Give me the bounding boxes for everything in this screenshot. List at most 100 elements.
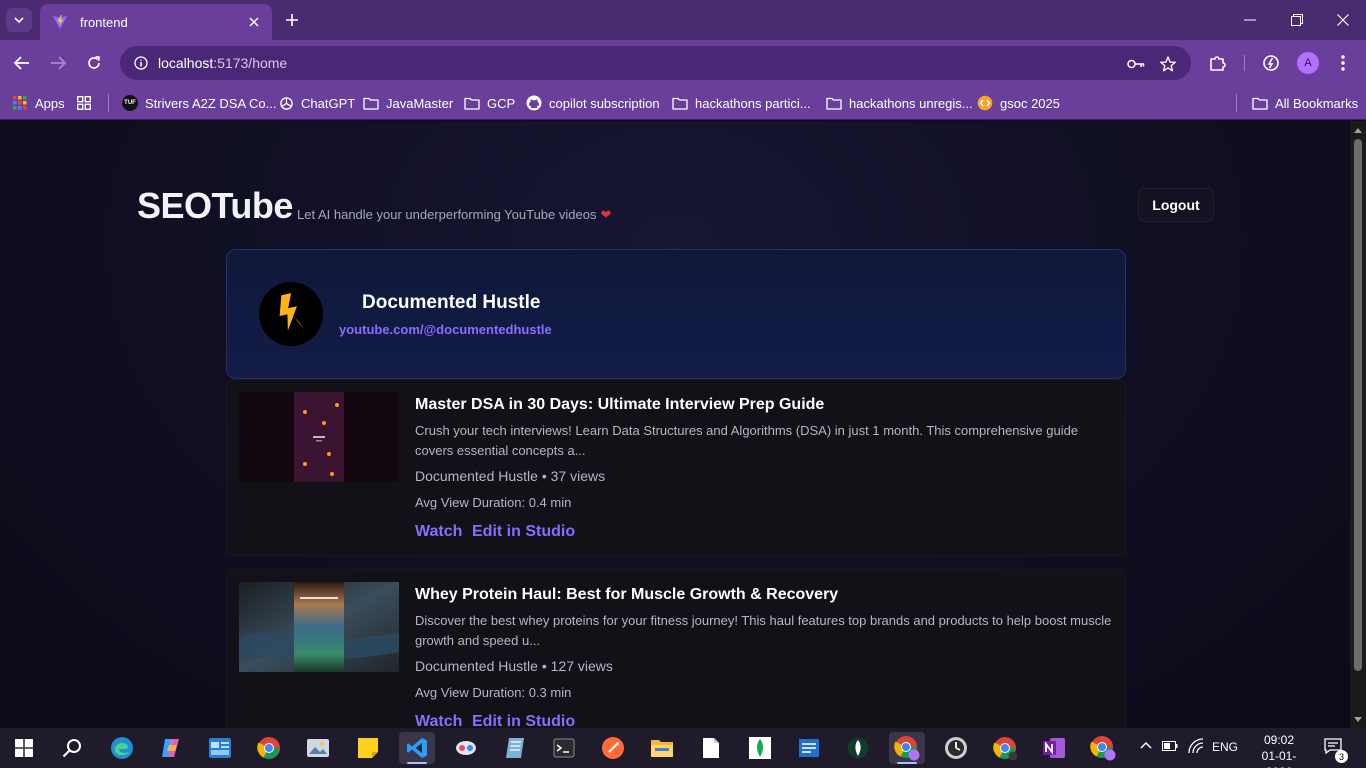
chrome-icon [993, 737, 1017, 760]
page-viewport: SEOTube Let AI handle your underperformi… [0, 121, 1350, 728]
network-indicator[interactable] [1188, 738, 1204, 757]
video-meta: Documented Hustle • 37 views [415, 468, 606, 484]
taskbar-chrome-active[interactable] [889, 732, 925, 764]
bookmark-gcp[interactable]: GCP [464, 92, 515, 114]
profile-avatar[interactable]: A [1297, 52, 1319, 74]
start-button[interactable] [6, 732, 42, 764]
taskbar-chrome-1[interactable] [251, 732, 287, 764]
taskbar-notepad-app[interactable] [497, 732, 533, 764]
sticky-notes-icon [358, 738, 378, 758]
performance-button[interactable] [1259, 51, 1283, 75]
bookmark-chatgpt[interactable]: ChatGPT [278, 92, 355, 114]
terminal-icon [553, 738, 575, 758]
extensions-button[interactable] [1206, 51, 1230, 75]
bookmark-apps[interactable]: Apps [12, 92, 65, 114]
taskbar-postman[interactable] [595, 732, 631, 764]
browser-tab[interactable]: frontend [40, 4, 272, 40]
bookmark-label: hackathons unregis... [849, 95, 973, 111]
logout-button[interactable]: Logout [1138, 188, 1214, 222]
tab-search-button[interactable] [6, 8, 32, 32]
forward-button[interactable] [45, 50, 71, 76]
clock-date: 01-01-2026 [1261, 749, 1297, 768]
page-scrollbar[interactable] [1350, 121, 1366, 728]
system-clock[interactable]: 09:02 01-01-2026 [1249, 732, 1309, 768]
watch-link[interactable]: Watch [415, 523, 462, 541]
back-button[interactable] [9, 50, 35, 76]
close-window-button[interactable] [1331, 8, 1355, 32]
video-thumbnail[interactable] [239, 582, 399, 672]
bookmark-all[interactable]: All Bookmarks [1252, 92, 1358, 114]
app-brand: SEOTube [137, 185, 293, 226]
new-tab-button[interactable] [280, 8, 304, 32]
wifi-icon [1188, 738, 1204, 754]
tab-close-icon[interactable] [246, 14, 262, 30]
watch-link[interactable]: Watch [415, 713, 462, 728]
windows-logo-icon [15, 739, 33, 757]
video-avg-duration: Avg View Duration: 0.3 min [415, 685, 572, 700]
taskbar-search[interactable] [54, 732, 90, 764]
taskbar-terminal[interactable] [546, 732, 582, 764]
url-text[interactable]: localhost:5173/home [158, 55, 287, 71]
channel-link[interactable]: youtube.com/@documentedhustle [339, 322, 552, 337]
channel-name: Documented Hustle [362, 292, 541, 313]
scroll-down-arrow[interactable] [1353, 714, 1363, 724]
menu-button[interactable] [1331, 51, 1355, 75]
battery-icon [1162, 741, 1178, 751]
reload-button[interactable] [81, 50, 107, 76]
taskbar-copilot[interactable] [153, 732, 189, 764]
restore-button[interactable] [1285, 8, 1309, 32]
onenote-icon [1043, 738, 1065, 758]
taskbar-edge[interactable] [104, 732, 140, 764]
taskbar-app-blue[interactable] [791, 732, 827, 764]
vscode-icon [407, 738, 427, 758]
url-host: localhost [158, 55, 214, 71]
bookmark-hackathons-participated[interactable]: hackathons partici... [672, 92, 811, 114]
taskbar-sticky-notes[interactable] [350, 732, 386, 764]
bookmark-copilot[interactable]: copilot subscription [526, 92, 660, 114]
taskbar-app-window[interactable] [202, 732, 238, 764]
bookmark-hackathons-unregistered[interactable]: hackathons unregis... [826, 92, 973, 114]
taskbar-onenote[interactable] [1036, 732, 1072, 764]
bookmark-tab-groups[interactable] [76, 92, 99, 114]
tray-overflow-button[interactable] [1140, 738, 1152, 752]
bookmark-javamaster[interactable]: JavaMaster [363, 92, 453, 114]
snipping-icon [456, 741, 476, 755]
browser-toolbar: localhost:5173/home A [0, 40, 1366, 86]
taskbar-snipping[interactable] [448, 732, 484, 764]
edit-in-studio-link[interactable]: Edit in Studio [472, 523, 575, 541]
input-language[interactable]: ENG [1212, 740, 1238, 754]
video-card: Whey Protein Haul: Best for Muscle Growt… [226, 569, 1126, 728]
taskbar-chrome-2[interactable] [987, 732, 1023, 764]
taskbar-vscode[interactable] [399, 732, 435, 764]
taskbar-photos[interactable] [300, 732, 336, 764]
video-thumbnail[interactable] [239, 392, 399, 482]
password-manager-button[interactable] [1126, 54, 1146, 74]
address-bar[interactable]: localhost:5173/home [120, 46, 1191, 80]
bookmark-gsoc[interactable]: gsoc 2025 [977, 92, 1060, 114]
battery-indicator[interactable] [1162, 740, 1178, 754]
key-icon [1127, 59, 1145, 69]
folder-icon [826, 95, 842, 111]
chrome-icon [257, 737, 280, 759]
minimize-icon [1244, 19, 1256, 21]
taskbar-document[interactable] [693, 732, 729, 764]
toolbar-divider [1244, 55, 1245, 71]
taskbar-mongodb-compass[interactable] [742, 732, 778, 764]
bookmark-star-button[interactable] [1158, 54, 1178, 74]
edit-in-studio-link[interactable]: Edit in Studio [472, 713, 575, 728]
star-icon [1160, 56, 1176, 72]
folder-icon [464, 95, 480, 111]
taskbar-clock-app[interactable] [938, 732, 974, 764]
taskbar-mongodb[interactable] [840, 732, 876, 764]
notification-badge: 3 [1335, 750, 1348, 763]
minimize-button[interactable] [1238, 8, 1262, 32]
clock-app-icon [945, 737, 967, 759]
bookmark-strivers[interactable]: TUF Strivers A2Z DSA Co... [122, 92, 277, 114]
scroll-up-arrow[interactable] [1353, 125, 1363, 135]
scrollbar-thumb[interactable] [1354, 139, 1362, 671]
taskbar-file-explorer[interactable] [644, 732, 680, 764]
taskbar-chrome-3[interactable] [1085, 732, 1121, 764]
document-icon [703, 738, 719, 758]
video-title: Master DSA in 30 Days: Ultimate Intervie… [415, 396, 825, 413]
site-info-button[interactable] [124, 46, 158, 80]
